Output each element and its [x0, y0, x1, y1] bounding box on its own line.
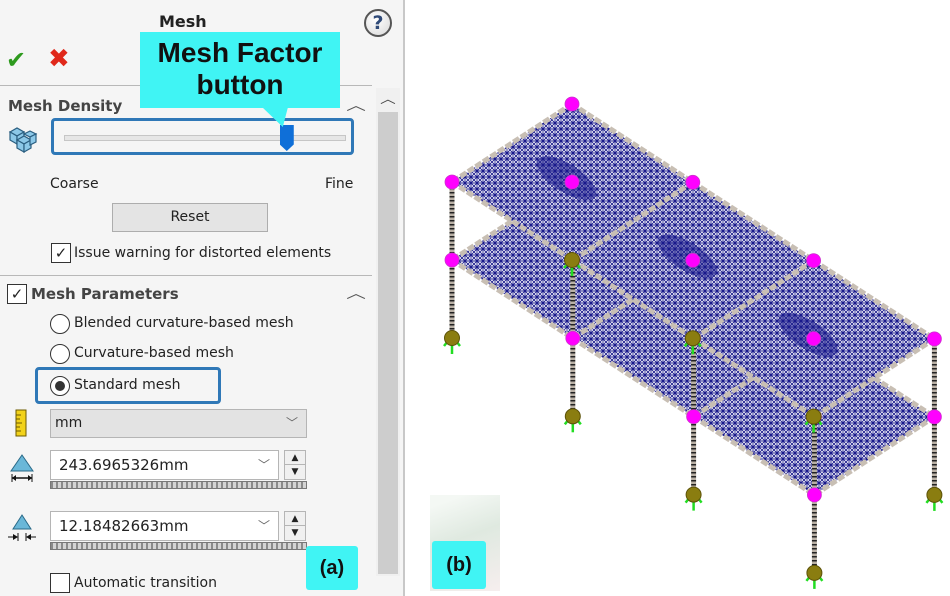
- global-size-value: 243.6965326mm: [59, 456, 189, 474]
- chevron-down-icon[interactable]: ﹀: [258, 512, 270, 540]
- unit-dropdown[interactable]: mm ﹀: [50, 409, 307, 438]
- fixed-support-node: [805, 408, 822, 425]
- radio-blended-curvature-label: Blended curvature-based mesh: [74, 315, 294, 331]
- global-size-thumbwheel[interactable]: [50, 481, 307, 489]
- radio-blended-curvature[interactable]: [50, 314, 70, 334]
- tolerance-thumbwheel[interactable]: [50, 542, 307, 550]
- scrollbar-thumb[interactable]: [378, 112, 398, 574]
- mesh-property-manager: Mesh ? ✔ ✖ Mesh Density ︿ Coarse Fine Re…: [0, 0, 404, 596]
- mesh-parameters-checkbox[interactable]: ✓: [7, 284, 27, 304]
- fixed-support-node: [444, 330, 460, 346]
- help-icon[interactable]: ?: [364, 9, 392, 37]
- fixed-support-node: [926, 486, 943, 503]
- global-size-icon: [10, 454, 34, 482]
- joint-node: [927, 331, 942, 347]
- tolerance-stepper[interactable]: ▲ ▼: [284, 511, 306, 541]
- joint-node: [685, 252, 701, 268]
- step-down-icon[interactable]: ▼: [285, 526, 305, 540]
- issue-warning-checkbox[interactable]: ✓: [51, 243, 71, 263]
- viewport-label-b: (b): [432, 541, 486, 589]
- step-up-icon[interactable]: ▲: [285, 451, 305, 465]
- mesh-density-slider-highlight: [51, 118, 354, 155]
- automatic-transition-label: Automatic transition: [74, 575, 217, 591]
- reset-button[interactable]: Reset: [112, 203, 268, 232]
- joint-node: [565, 330, 581, 346]
- mesh-density-slider-track[interactable]: [64, 135, 346, 141]
- collapse-mesh-density-chevron-icon[interactable]: ︿: [346, 95, 366, 115]
- fixed-support-node: [684, 330, 701, 347]
- mesh-density-title: Mesh Density: [8, 97, 123, 115]
- mesh-parameters-title: Mesh Parameters: [31, 285, 179, 303]
- radio-standard-mesh[interactable]: [50, 376, 70, 396]
- radio-standard-mesh-label: Standard mesh: [74, 377, 181, 393]
- joint-node: [564, 96, 580, 112]
- step-up-icon[interactable]: ▲: [285, 512, 305, 526]
- mesh-density-cube-icon: [8, 127, 38, 154]
- callout-line2: button: [196, 69, 284, 100]
- tolerance-field[interactable]: 12.18482663mm ﹀: [50, 511, 279, 541]
- joint-node: [564, 174, 580, 190]
- panel-title: Mesh: [159, 12, 207, 31]
- section-divider: [0, 275, 372, 276]
- radio-curvature-based-label: Curvature-based mesh: [74, 345, 234, 361]
- joint-node: [444, 174, 460, 190]
- panel-label-a: (a): [306, 546, 358, 590]
- joint-node: [806, 331, 821, 347]
- coarse-label: Coarse: [50, 176, 99, 192]
- mesh-factor-callout: Mesh Factor button: [140, 32, 340, 108]
- radio-curvature-based[interactable]: [50, 344, 70, 364]
- issue-warning-label: Issue warning for distorted elements: [74, 245, 332, 261]
- joint-node: [807, 487, 822, 503]
- automatic-transition-checkbox[interactable]: [50, 573, 70, 593]
- chevron-down-icon[interactable]: ﹀: [258, 451, 270, 479]
- fixed-support-node: [564, 408, 581, 425]
- joint-node: [686, 409, 701, 425]
- collapse-mesh-parameters-chevron-icon[interactable]: ︿: [346, 283, 366, 303]
- step-down-icon[interactable]: ▼: [285, 465, 305, 479]
- frame-structure-model: [443, 96, 944, 589]
- joint-node: [685, 174, 701, 190]
- ruler-units-icon: [15, 409, 27, 437]
- callout-line1: Mesh Factor: [157, 37, 323, 68]
- ok-checkmark-icon[interactable]: ✔: [6, 46, 26, 74]
- joint-node: [806, 253, 821, 269]
- cancel-x-icon[interactable]: ✖: [48, 44, 70, 74]
- fixed-support-node: [564, 252, 580, 268]
- panel-scrollbar[interactable]: ︿: [376, 88, 400, 576]
- tolerance-icon: [8, 514, 36, 541]
- global-size-stepper[interactable]: ▲ ▼: [284, 450, 306, 480]
- global-size-field[interactable]: 243.6965326mm ﹀: [50, 450, 279, 480]
- scroll-up-chevron-icon[interactable]: ︿: [372, 88, 403, 110]
- joint-node: [444, 252, 460, 268]
- chevron-down-icon: ﹀: [285, 416, 298, 430]
- fixed-support-node: [806, 564, 823, 581]
- tolerance-value: 12.18482663mm: [59, 517, 189, 535]
- joint-node: [927, 409, 942, 425]
- fine-label: Fine: [325, 176, 354, 192]
- unit-dropdown-value: mm: [55, 415, 83, 431]
- fixed-support-node: [685, 486, 702, 503]
- mesh-factor-slider-thumb[interactable]: [279, 125, 294, 151]
